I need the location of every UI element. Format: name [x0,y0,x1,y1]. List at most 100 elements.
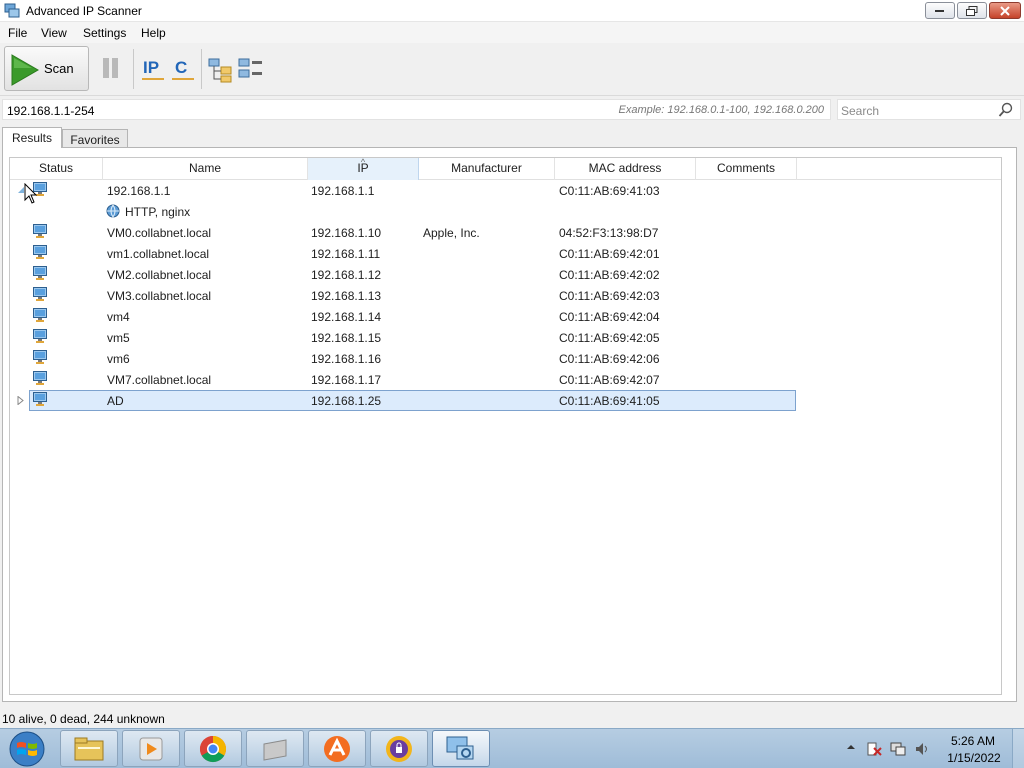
cell-mac: C0:11:AB:69:42:03 [559,289,660,303]
status-bar: 10 alive, 0 dead, 244 unknown [0,708,1024,728]
menu-settings[interactable]: Settings [83,26,126,40]
table-row[interactable]: vm5 192.168.1.15 C0:11:AB:69:42:05 [10,327,1003,348]
restore-icon [966,5,978,16]
clock-date[interactable]: 1/15/2022 [943,751,1005,765]
virtual-drive-icon [263,738,287,761]
table-row[interactable]: AD 192.168.1.25 C0:11:AB:69:41:05 [10,390,1003,411]
cell-mac: C0:11:AB:69:42:01 [559,247,660,261]
results-grid: Status Name ^ IP Manufacturer MAC address… [9,157,1002,695]
search-icon[interactable] [998,102,1014,118]
tab-favorites-label: Favorites [70,133,120,147]
cell-manufacturer: Apple, Inc. [423,226,480,240]
cell-ip: 192.168.1.10 [311,226,382,240]
cell-name: vm6 [107,352,130,366]
close-icon [1000,5,1010,16]
collapse-all-button[interactable] [238,55,262,83]
cell-ip: 192.168.1.1 [311,184,375,198]
computer-icon [32,328,48,347]
start-button[interactable] [2,730,52,768]
menu-file[interactable]: File [8,26,27,40]
windows-start-icon [9,731,45,767]
media-player-icon [139,737,163,760]
expand-all-button[interactable] [208,55,232,83]
tab-results[interactable]: Results [2,127,62,148]
table-row[interactable]: vm6 192.168.1.16 C0:11:AB:69:42:06 [10,348,1003,369]
ip-range-input[interactable]: 192.168.1.1-254 Example: 192.168.0.1-100… [2,99,831,120]
menu-view[interactable]: View [41,26,67,40]
table-row[interactable]: 192.168.1.1 192.168.1.1 C0:11:AB:69:41:03 [10,180,1003,201]
cell-ip: 192.168.1.12 [311,268,382,282]
search-input[interactable]: Search [837,99,1021,120]
results-panel: Status Name ^ IP Manufacturer MAC address… [2,147,1017,702]
taskbar-virtual-drive[interactable] [246,730,304,767]
cell-ip: 192.168.1.13 [311,289,382,303]
computer-icon [32,349,48,368]
system-tray: 5:26 AM 1/15/2022 [840,730,1024,768]
expand-all-icon [208,58,232,83]
cell-name: vm1.collabnet.local [107,247,210,261]
column-mac-address[interactable]: MAC address [555,158,696,180]
show-hidden-icons-icon[interactable] [846,742,856,752]
taskbar-chrome[interactable] [184,730,242,767]
scan-label: Scan [44,61,74,76]
ip-tool-button[interactable]: IP [141,55,165,83]
cell-name: AD [107,394,124,408]
clock-time[interactable]: 5:26 AM [948,734,998,748]
cell-ip: 192.168.1.25 [311,394,382,408]
c-class-button[interactable]: C [171,55,195,83]
table-row[interactable]: VM3.collabnet.local 192.168.1.13 C0:11:AB:… [10,285,1003,306]
network-icon[interactable] [890,741,906,757]
menu-help[interactable]: Help [141,26,166,40]
row-selection [29,390,796,411]
pause-icon [103,58,118,78]
cell-name: 192.168.1.1 [107,184,171,198]
taskbar-advanced-ip-scanner[interactable] [432,730,490,767]
toolbar-separator [201,49,202,89]
table-row[interactable]: vm1.collabnet.local 192.168.1.11 C0:11:AB:… [10,243,1003,264]
taskbar-avast[interactable] [308,730,366,767]
cell-mac: C0:11:AB:69:42:05 [559,331,660,345]
cell-ip: 192.168.1.15 [311,331,382,345]
pause-button[interactable] [98,55,124,81]
cell-name: VM0.collabnet.local [107,226,212,240]
toolbar-separator [133,49,134,89]
minimize-button[interactable] [925,2,955,19]
taskbar-vpn[interactable] [370,730,428,767]
column-name[interactable]: Name [103,158,308,180]
table-row[interactable]: VM0.collabnet.local 192.168.1.10 Apple, In… [10,222,1003,243]
expand-arrow-icon[interactable] [17,396,25,405]
taskbar: 5:26 AM 1/15/2022 [0,728,1024,768]
table-row[interactable]: vm4 192.168.1.14 C0:11:AB:69:42:04 [10,306,1003,327]
grid-header: Status Name ^ IP Manufacturer MAC address… [10,157,1001,180]
service-row[interactable]: HTTP, nginx [10,201,1003,222]
scan-button[interactable]: Scan [4,46,89,91]
volume-icon[interactable] [914,741,930,757]
action-center-icon[interactable] [866,741,882,757]
column-manufacturer[interactable]: Manufacturer [419,158,555,180]
close-button[interactable] [989,2,1021,19]
table-row[interactable]: VM2.collabnet.local 192.168.1.12 C0:11:AB:… [10,264,1003,285]
vpn-shield-icon [386,735,412,762]
column-comments[interactable]: Comments [696,158,797,180]
taskbar-media-player[interactable] [122,730,180,767]
cell-mac: C0:11:AB:69:42:02 [559,268,660,282]
tab-favorites[interactable]: Favorites [62,129,128,149]
avast-icon [324,735,350,762]
table-row[interactable]: VM7.collabnet.local 192.168.1.17 C0:11:AB:… [10,369,1003,390]
computer-icon [32,391,48,410]
restore-button[interactable] [957,2,987,19]
taskbar-windows-explorer[interactable] [60,730,118,767]
search-placeholder: Search [841,104,880,118]
chrome-icon [199,735,227,762]
computer-icon [32,244,48,263]
window-title: Advanced IP Scanner [26,4,142,18]
cell-name: VM3.collabnet.local [107,289,212,303]
column-ip[interactable]: ^ IP [308,157,419,180]
service-label: HTTP, nginx [125,205,191,219]
menu-bar: File View Settings Help [0,22,1024,43]
cell-name: vm5 [107,331,130,345]
collapse-all-icon [238,58,262,78]
column-status[interactable]: Status [10,158,103,180]
ip-range-example: Example: 192.168.0.1-100, 192.168.0.200 [618,104,825,116]
show-desktop-button[interactable] [1012,729,1024,768]
